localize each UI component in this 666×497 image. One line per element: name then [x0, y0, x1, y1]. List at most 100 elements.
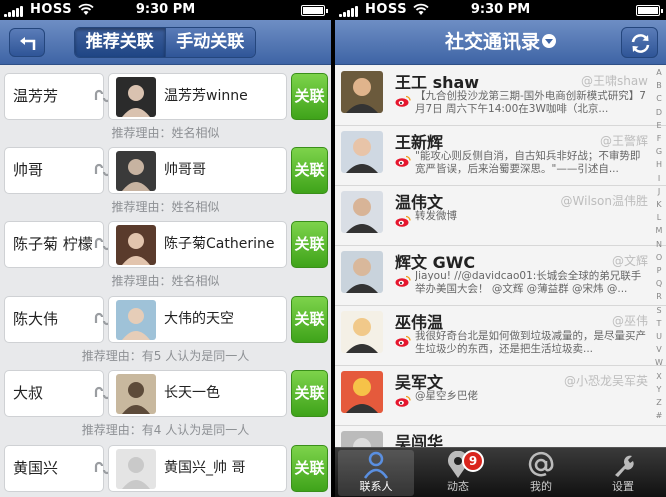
latest-weibo-snippet: 转发微博 [415, 210, 457, 222]
index-letter[interactable]: X [652, 370, 666, 383]
weibo-name: 帅哥哥 [164, 162, 206, 178]
contact-row[interactable]: 辉文 GWC @文辉 Jiayou! //@davidcao01:长城会全球的弟兄联… [335, 246, 666, 306]
weibo-icon [395, 335, 411, 347]
index-letter[interactable]: U [652, 330, 666, 343]
index-letter[interactable]: K [652, 198, 666, 211]
index-letter[interactable]: O [652, 251, 666, 264]
index-letter[interactable]: P [652, 264, 666, 277]
tab-manual-link[interactable]: 手动关联 [164, 28, 255, 57]
weibo-account-box[interactable]: 大伟的天空 [108, 296, 287, 343]
tab-me[interactable]: 我的 [503, 450, 579, 496]
chevron-down-icon [542, 33, 556, 48]
weibo-handle: @Wilson温伟胜 [560, 194, 648, 208]
index-letter[interactable]: V [652, 343, 666, 356]
match-row: 温芳芳 温芳芳winne 关联 推荐理由：姓名相似 [0, 73, 331, 147]
tab-bar: 联系人 动态 9 我的 设置 [335, 447, 666, 497]
index-letter[interactable]: D [652, 106, 666, 119]
index-letter[interactable]: H [652, 158, 666, 171]
contact-name-box[interactable]: 黄国兴 [4, 445, 104, 492]
index-letter[interactable]: G [652, 145, 666, 158]
contact-name-box[interactable]: 陈大伟 [4, 296, 104, 343]
weibo-avatar [116, 300, 156, 340]
wrench-icon [585, 450, 661, 480]
weibo-name: 大伟的天空 [164, 311, 234, 327]
refresh-button[interactable] [621, 27, 658, 58]
weibo-account-box[interactable]: 温芳芳winne [108, 73, 287, 120]
weibo-handle: @文辉 [611, 254, 648, 268]
index-letter[interactable]: F [652, 132, 666, 145]
social-contacts-screen: HOSS 9:30 PM 社交通讯录 王工 shaw @王啸shaw 【九合创投沙龙… [335, 0, 666, 497]
tab-label: 联系人 [359, 480, 393, 493]
contact-row[interactable]: 吴军文 @小恐龙吴军英 @星空乡巴佬 [335, 366, 666, 426]
match-row: 黄国兴 黄国兴_帅 哥 关联 [0, 445, 331, 497]
match-row: 大叔 长天一色 关联推荐理由：有4 人认为是同一人 [0, 370, 331, 444]
contact-row[interactable]: 温伟文 @Wilson温伟胜 转发微博 [335, 186, 666, 246]
link-button[interactable]: 关联 [291, 73, 328, 120]
weibo-icon [395, 275, 411, 287]
tab-recommended-link[interactable]: 推荐关联 [75, 28, 165, 57]
contact-row[interactable]: 巫伟温 @巫伟 我很好奇台北是如何做到垃圾减量的，是尽量买产生垃圾少的东西，还是把生… [335, 306, 666, 366]
contact-name-box[interactable]: 帅哥 [4, 147, 104, 194]
tab-label: 设置 [612, 480, 634, 493]
back-button[interactable] [9, 28, 45, 57]
index-letter[interactable]: Q [652, 277, 666, 290]
contact-row[interactable]: 王新辉 @王警辉 "能攻心则反侧自消，自古知兵非好战；不审势即宽严皆误，后来治蜀要深… [335, 126, 666, 186]
tab-label: 我的 [530, 480, 552, 493]
weibo-account-box[interactable]: 长天一色 [108, 370, 287, 417]
index-letter[interactable]: I [652, 172, 666, 185]
index-letter[interactable]: T [652, 317, 666, 330]
weibo-avatar [116, 449, 156, 489]
recommend-reason: 推荐理由：姓名相似 [111, 274, 220, 288]
link-button[interactable]: 关联 [291, 221, 328, 268]
contact-avatar [341, 191, 383, 233]
index-letter[interactable]: A [652, 66, 666, 79]
contact-name-box[interactable]: 陈子菊 柠檬 [4, 221, 104, 268]
link-button[interactable]: 关联 [291, 147, 328, 194]
index-letter[interactable]: L [652, 211, 666, 224]
index-letter[interactable]: C [652, 92, 666, 105]
index-letter[interactable]: E [652, 119, 666, 132]
tab-activity[interactable]: 动态 9 [420, 450, 496, 496]
match-row: 帅哥 帅哥哥 关联 推荐理由：姓名相似 [0, 147, 331, 221]
contact-name: 黄国兴 [13, 459, 59, 477]
latest-weibo-snippet: 【九合创投沙龙第三期-国外电商创新模式研究】7月7日 周六下午14:00在3W咖… [415, 90, 646, 115]
weibo-handle: @王警辉 [599, 134, 648, 148]
weibo-account-box[interactable]: 黄国兴_帅 哥 [108, 445, 287, 492]
clock: 9:30 PM [470, 2, 531, 17]
weibo-name: 陈子菊Catherine [164, 236, 275, 252]
link-button[interactable]: 关联 [291, 296, 328, 343]
tab-contacts[interactable]: 联系人 [338, 450, 414, 496]
index-letter[interactable]: N [652, 238, 666, 251]
index-letter[interactable]: # [652, 409, 666, 422]
latest-weibo-snippet: @星空乡巴佬 [415, 390, 478, 402]
tab-settings[interactable]: 设置 [585, 450, 661, 496]
link-button[interactable]: 关联 [291, 370, 328, 417]
index-letter[interactable]: B [652, 79, 666, 92]
recommend-reason: 推荐理由：有5 人认为是同一人 [81, 349, 250, 363]
link-mode-segmented-control: 推荐关联 手动关联 [74, 27, 256, 58]
contact-name-box[interactable]: 温芳芳 [4, 73, 104, 120]
latest-weibo-snippet: "能攻心则反侧自消，自古知兵非好战；不审势即宽严皆误，后来治蜀要深思。"——引述… [415, 150, 641, 175]
recommend-reason: 推荐理由：有4 人认为是同一人 [81, 423, 250, 437]
index-letter[interactable]: Z [652, 396, 666, 409]
weibo-account-box[interactable]: 陈子菊Catherine [108, 221, 287, 268]
index-letter[interactable]: J [652, 185, 666, 198]
contact-name-box[interactable]: 大叔 [4, 370, 104, 417]
weibo-icon [395, 215, 411, 227]
link-button[interactable]: 关联 [291, 445, 328, 492]
weibo-account-box[interactable]: 帅哥哥 [108, 147, 287, 194]
contact-name: 温芳芳 [13, 87, 59, 105]
refresh-icon [631, 34, 650, 53]
index-letter[interactable]: M [652, 224, 666, 237]
contact-row[interactable]: 王工 shaw @王啸shaw 【九合创投沙龙第三期-国外电商创新模式研究】7月7日… [335, 66, 666, 126]
index-letter[interactable]: R [652, 290, 666, 303]
index-letter[interactable]: W [652, 356, 666, 369]
contact-avatar [341, 371, 383, 413]
location-pin-icon [420, 450, 496, 480]
alphabet-index[interactable]: A B C D E F G H I J K L M N O P Q R S T U V W X Y Z # [652, 66, 666, 446]
title-dropdown[interactable]: 社交通讯录 [335, 20, 666, 65]
index-letter[interactable]: Y [652, 383, 666, 396]
contact-avatar [341, 131, 383, 173]
index-letter[interactable]: S [652, 304, 666, 317]
clock: 9:30 PM [135, 2, 196, 17]
